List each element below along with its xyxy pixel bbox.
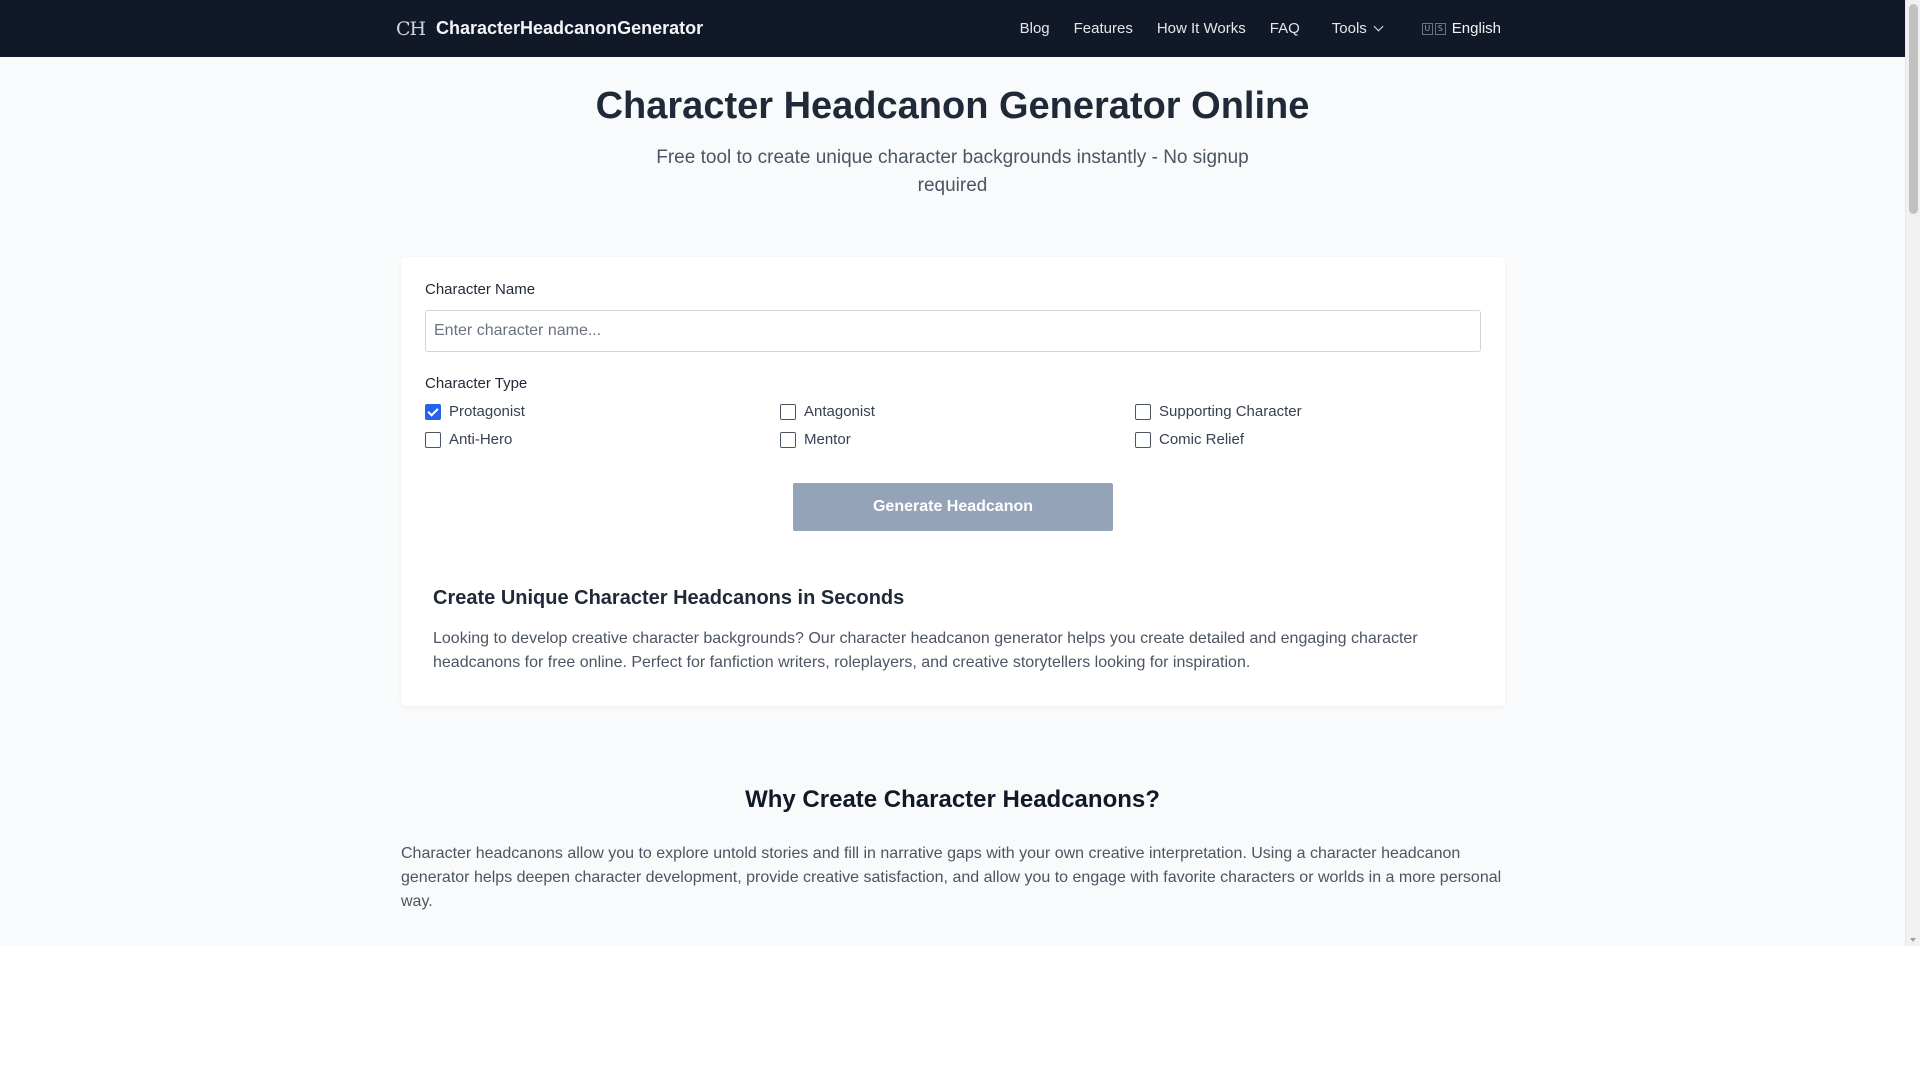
option-protagonist[interactable]: Protagonist	[425, 403, 525, 420]
checkbox-icon[interactable]	[1135, 431, 1151, 448]
page-viewport: CH CharacterHeadcanonGenerator Blog Feat…	[0, 0, 1905, 946]
option-label: Antagonist	[804, 403, 875, 420]
language-label: English	[1451, 20, 1501, 37]
scrollbar-thumb[interactable]	[1909, 4, 1918, 214]
character-type-label: Character Type	[425, 375, 528, 392]
intro-text: Looking to develop creative character ba…	[433, 630, 1418, 671]
option-antagonist[interactable]: Antagonist	[780, 403, 875, 420]
scroll-down-arrow-icon[interactable]	[1910, 938, 1916, 942]
option-label: Anti-Hero	[449, 431, 513, 448]
why-heading: Why Create Character Headcanons?	[745, 786, 1160, 813]
character-name-input[interactable]	[425, 310, 1481, 352]
page-title: Character Headcanon Generator Online	[595, 85, 1310, 127]
nav-blog[interactable]: Blog	[1020, 20, 1050, 37]
language-selector[interactable]: U S English	[1421, 20, 1501, 37]
generate-headcanon-button[interactable]: Generate Headcanon	[793, 483, 1113, 531]
checkbox-icon[interactable]	[425, 431, 441, 448]
option-mentor[interactable]: Mentor	[780, 431, 851, 448]
us-flag-icon: U S	[1421, 22, 1446, 35]
checkbox-icon[interactable]	[780, 403, 796, 420]
why-text: Character headcanons allow you to explor…	[401, 845, 1502, 910]
intro-heading: Create Unique Character Headcanons in Se…	[433, 587, 905, 609]
nav-how-it-works[interactable]: How It Works	[1157, 20, 1246, 37]
chevron-down-icon	[1373, 21, 1384, 32]
option-label: Comic Relief	[1159, 431, 1245, 448]
tools-label: Tools	[1331, 20, 1367, 37]
checkbox-icon[interactable]	[780, 431, 796, 448]
page-subtitle: Free tool to create unique character bac…	[656, 147, 1249, 196]
nav-faq[interactable]: FAQ	[1270, 20, 1300, 37]
option-label: Mentor	[804, 431, 851, 448]
vertical-scrollbar[interactable]	[1905, 0, 1920, 946]
brand-link[interactable]: CH CharacterHeadcanonGenerator	[396, 0, 703, 57]
flag-letter-s: S	[1434, 22, 1446, 35]
option-label: Supporting Character	[1159, 403, 1302, 420]
nav-features[interactable]: Features	[1074, 20, 1133, 37]
checkbox-icon[interactable]	[425, 403, 441, 420]
logo-icon: CH	[396, 17, 426, 40]
tools-dropdown[interactable]: Tools	[1331, 20, 1384, 37]
main-nav: Blog Features How It Works FAQ Tools U S…	[996, 0, 1501, 57]
flag-letter-u: U	[1421, 22, 1433, 35]
generator-card: Character Name Character Type Protagonis…	[401, 257, 1505, 706]
option-comic-relief[interactable]: Comic Relief	[1135, 431, 1244, 448]
top-navbar: CH CharacterHeadcanonGenerator Blog Feat…	[0, 0, 1905, 57]
brand-name: CharacterHeadcanonGenerator	[436, 18, 704, 38]
option-supporting-character[interactable]: Supporting Character	[1135, 403, 1302, 420]
character-name-label: Character Name	[425, 281, 536, 298]
option-anti-hero[interactable]: Anti-Hero	[425, 431, 512, 448]
option-label: Protagonist	[449, 403, 525, 420]
checkbox-icon[interactable]	[1135, 403, 1151, 420]
